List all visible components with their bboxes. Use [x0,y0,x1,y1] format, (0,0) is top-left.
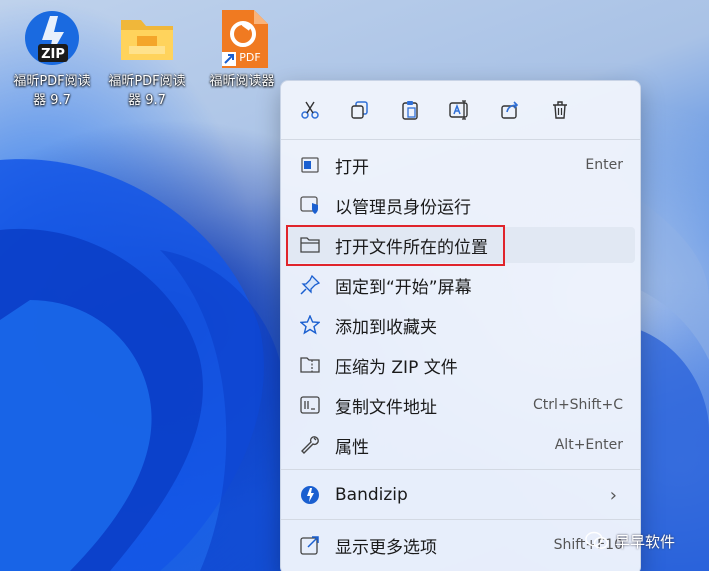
menu-item-label: 添加到收藏夹 [335,317,437,338]
more-options-icon [299,534,321,556]
wechat-icon [585,531,609,549]
desktop-icon-label: 器 9.7 [128,93,166,108]
menu-item-label: 复制文件地址 [335,397,437,418]
desktop-icon-label: 福昕PDF阅读 [108,74,186,89]
shortcut-label: Alt+Enter [554,437,623,453]
watermark: 早早软件 [585,528,675,554]
admin-shield-icon [299,194,321,216]
menu-item-properties[interactable]: 属性 Alt+Enter [287,427,635,463]
zip-folder-icon [299,354,321,376]
menu-item-label: 固定到“开始”屏幕 [335,277,472,298]
desktop-icon-foxit-reader[interactable]: PDF 福昕阅读器 [196,6,288,91]
menu-item-show-more-options[interactable]: 显示更多选项 Shift+F10 [287,527,635,563]
menu-item-label: 压缩为 ZIP 文件 [335,357,458,378]
desktop-icon-foxit-folder[interactable]: 福昕PDF阅读 器 9.7 [101,6,193,110]
rename-button[interactable] [445,95,475,125]
zip-badge: ZIP [41,47,65,62]
menu-item-compress-zip[interactable]: 压缩为 ZIP 文件 [287,347,635,383]
watermark-text: 早早软件 [615,532,676,551]
menu-item-label: 属性 [335,437,369,458]
copy-path-icon [299,394,321,416]
rename-icon [449,100,468,120]
copy-button[interactable] [345,95,375,125]
divider [281,139,640,140]
desktop-icon-label: 福昕阅读器 [209,74,275,89]
chevron-right-icon: › [609,484,617,506]
menu-item-label: 显示更多选项 [335,537,437,558]
folder-icon [115,6,179,72]
pin-icon [299,274,321,296]
desktop-icon-foxit-zip[interactable]: ZIP 福昕PDF阅读 器 9.7 [6,6,98,110]
copy-icon [351,101,368,119]
desktop-icon-label: 福昕PDF阅读 [13,74,91,89]
bandizip-icon [299,484,321,506]
menu-item-label: 打开 [335,157,369,178]
open-app-icon [299,154,321,176]
scissors-icon [301,101,319,119]
menu-item-bandizip[interactable]: Bandizip › [287,477,635,513]
divider [281,519,640,520]
foxit-pdf-shortcut-icon: PDF [210,6,274,72]
menu-item-label: Bandizip [335,485,408,505]
menu-item-open[interactable]: 打开 Enter [287,147,635,183]
context-menu: 打开 Enter 以管理员身份运行 打开文件所在的位置 固定到“开始”屏幕 添加… [280,80,641,571]
menu-item-pin-to-start[interactable]: 固定到“开始”屏幕 [287,267,635,303]
pdf-badge: PDF [239,51,260,64]
clipboard-icon [402,101,418,120]
paste-button[interactable] [395,95,425,125]
share-button[interactable] [495,95,525,125]
menu-item-copy-path[interactable]: 复制文件地址 Ctrl+Shift+C [287,387,635,423]
menu-item-run-as-admin[interactable]: 以管理员身份运行 [287,187,635,223]
desktop-icon-label: 器 9.7 [33,93,71,108]
trash-icon [553,101,567,119]
shortcut-label: Ctrl+Shift+C [533,397,623,413]
bandizip-zip-icon: ZIP [20,6,84,72]
share-icon [501,101,519,119]
shortcut-label: Enter [585,157,623,173]
cut-button[interactable] [295,95,325,125]
star-icon [299,314,321,336]
delete-button[interactable] [545,95,575,125]
menu-item-label: 以管理员身份运行 [335,197,471,218]
divider [281,469,640,470]
menu-item-add-to-favorites[interactable]: 添加到收藏夹 [287,307,635,343]
wrench-icon [299,434,321,456]
highlight-annotation-box [286,225,505,266]
quick-actions-bar [281,81,640,139]
